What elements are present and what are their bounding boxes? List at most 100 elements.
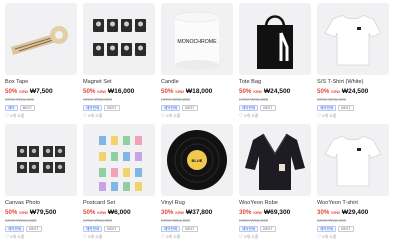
price-row: 30% KRW ₩37,800 (161, 209, 233, 217)
tshirt-icon (324, 14, 382, 66)
product-card[interactable]: MONOCHROME Candle 50% KRW ₩18,000 KRW ₩3… (161, 3, 233, 118)
tag-list: 예약판매 BEST (83, 226, 155, 232)
discount-percent: 50% (239, 88, 252, 95)
product-name: S/S T-Shirt (White) (317, 79, 364, 85)
tag-list: 예약판매 BEST (317, 105, 389, 111)
sale-price: ₩69,300 (263, 209, 291, 216)
like-count[interactable]: ♡ 0개 소중 (83, 234, 155, 239)
product-card[interactable]: WooYeon Robe 30% KRW ₩69,300 KRW ₩99,000… (239, 124, 311, 239)
robe-icon (245, 133, 305, 190)
tag-list: 예약 BEST (5, 105, 77, 111)
discount-percent: 50% (83, 209, 96, 216)
tag-badge: BEST (260, 226, 276, 232)
product-card[interactable]: Tote Bag 50% KRW ₩24,500 KRW ₩49,000 예약판… (239, 3, 311, 118)
product-thumbnail[interactable] (83, 124, 155, 196)
product-name: WooYeon Robe (239, 200, 278, 206)
like-count[interactable]: ♡ 0개 소중 (239, 113, 311, 118)
product-thumbnail[interactable]: BLUE (161, 124, 233, 196)
product-card[interactable]: Postcard Set 50% KRW ₩6,000 KRW ₩12,000 … (83, 124, 155, 239)
tag-badge: BEST (260, 105, 276, 111)
discount-percent: 30% (239, 209, 252, 216)
tag-badge: 예약판매 (161, 226, 181, 232)
canvas-photo-icon (17, 146, 65, 173)
discount-percent: 30% (317, 209, 330, 216)
sale-price: ₩29,400 (341, 209, 369, 216)
original-price: KRW ₩32,000 (83, 97, 112, 102)
product-thumbnail[interactable]: MONOCHROME (161, 3, 233, 75)
price-row: 30% KRW ₩69,300 (239, 209, 311, 217)
tshirt-icon (324, 135, 382, 187)
discount-percent: 50% (5, 88, 18, 95)
original-price: KRW ₩54,000 (161, 218, 190, 223)
sale-price: ₩6,000 (107, 209, 131, 216)
postcard-icon (99, 136, 142, 191)
tote-bag-icon (257, 15, 293, 69)
currency-label: KRW (253, 211, 262, 215)
product-card[interactable]: Canvas Photo 50% KRW ₩79,500 KRW ₩159,00… (5, 124, 77, 239)
product-name: Box Tape (5, 79, 29, 85)
like-count[interactable]: ♡ 0개 소중 (239, 234, 311, 239)
product-thumbnail[interactable] (5, 124, 77, 196)
like-count[interactable]: ♡ 0개 소중 (5, 234, 77, 239)
original-price: KRW ₩12,000 (83, 218, 112, 223)
product-name: Postcard Set (83, 200, 116, 206)
tag-badge: BEST (182, 105, 198, 111)
original-price: KRW ₩49,000 (317, 97, 346, 102)
vinyl-rug-icon: BLUE (167, 130, 227, 190)
product-thumbnail[interactable] (5, 3, 77, 75)
currency-label: KRW (19, 90, 28, 94)
currency-label: KRW (253, 90, 262, 94)
tag-badge: 예약판매 (317, 105, 337, 111)
sale-price: ₩79,500 (29, 209, 57, 216)
like-count[interactable]: ♡ 0개 소중 (161, 113, 233, 118)
product-card[interactable]: Box Tape 50% KRW ₩7,500 KRW ₩15,000 예약 B… (5, 3, 77, 118)
like-count[interactable]: ♡ 0개 소중 (317, 234, 389, 239)
candle-icon: MONOCHROME (174, 11, 220, 70)
tag-badge: 예약판매 (5, 226, 25, 232)
product-name: Vinyl Rug (161, 200, 185, 206)
price-row: 50% KRW ₩18,000 (161, 88, 233, 96)
currency-label: KRW (175, 90, 184, 94)
product-card[interactable]: WooYeon T-shirt 30% KRW ₩29,400 KRW ₩42,… (317, 124, 389, 239)
product-card[interactable]: BLUE Vinyl Rug 30% KRW ₩37,800 KRW ₩54,0… (161, 124, 233, 239)
currency-label: KRW (331, 90, 340, 94)
product-name: Canvas Photo (5, 200, 41, 206)
product-name: WooYeon T-shirt (317, 200, 358, 206)
tape-icon (11, 26, 68, 55)
tag-badge: 예약판매 (161, 105, 181, 111)
tag-badge: BEST (26, 226, 42, 232)
currency-label: KRW (97, 211, 106, 215)
currency-label: KRW (97, 90, 106, 94)
sale-price: ₩18,000 (185, 88, 213, 95)
product-card[interactable]: S/S T-Shirt (White) 50% KRW ₩24,500 KRW … (317, 3, 389, 118)
product-thumbnail[interactable] (239, 124, 311, 196)
tag-list: 예약판매 BEST (5, 226, 77, 232)
tag-badge: 예약판매 (317, 226, 337, 232)
price-row: 50% KRW ₩16,000 (83, 88, 155, 96)
tag-list: 예약판매 BEST (83, 105, 155, 111)
vinyl-label: BLUE (192, 158, 203, 163)
like-count[interactable]: ♡ 0개 소중 (161, 234, 233, 239)
tag-list: 예약판매 BEST (239, 226, 311, 232)
original-price: KRW ₩159,000 (5, 218, 37, 223)
tag-badge: 예약판매 (83, 226, 103, 232)
discount-percent: 50% (161, 88, 174, 95)
original-price: KRW ₩99,000 (239, 218, 268, 223)
like-count[interactable]: ♡ 0개 소중 (5, 113, 77, 118)
product-name: Magnet Set (83, 79, 112, 85)
sale-price: ₩24,500 (341, 88, 369, 95)
product-thumbnail[interactable] (239, 3, 311, 75)
tag-badge: BEST (104, 226, 120, 232)
product-thumbnail[interactable] (317, 3, 389, 75)
like-count[interactable]: ♡ 0개 소중 (83, 113, 155, 118)
tag-badge: BEST (338, 226, 354, 232)
tag-badge: 예약판매 (239, 105, 259, 111)
sale-price: ₩37,800 (185, 209, 213, 216)
product-thumbnail[interactable] (317, 124, 389, 196)
like-count[interactable]: ♡ 0개 소중 (317, 113, 389, 118)
product-card[interactable]: Magnet Set 50% KRW ₩16,000 KRW ₩32,000 예… (83, 3, 155, 118)
product-thumbnail[interactable] (83, 3, 155, 75)
product-name: Tote Bag (239, 79, 262, 85)
tag-list: 예약판매 BEST (239, 105, 311, 111)
price-row: 50% KRW ₩24,500 (317, 88, 389, 96)
